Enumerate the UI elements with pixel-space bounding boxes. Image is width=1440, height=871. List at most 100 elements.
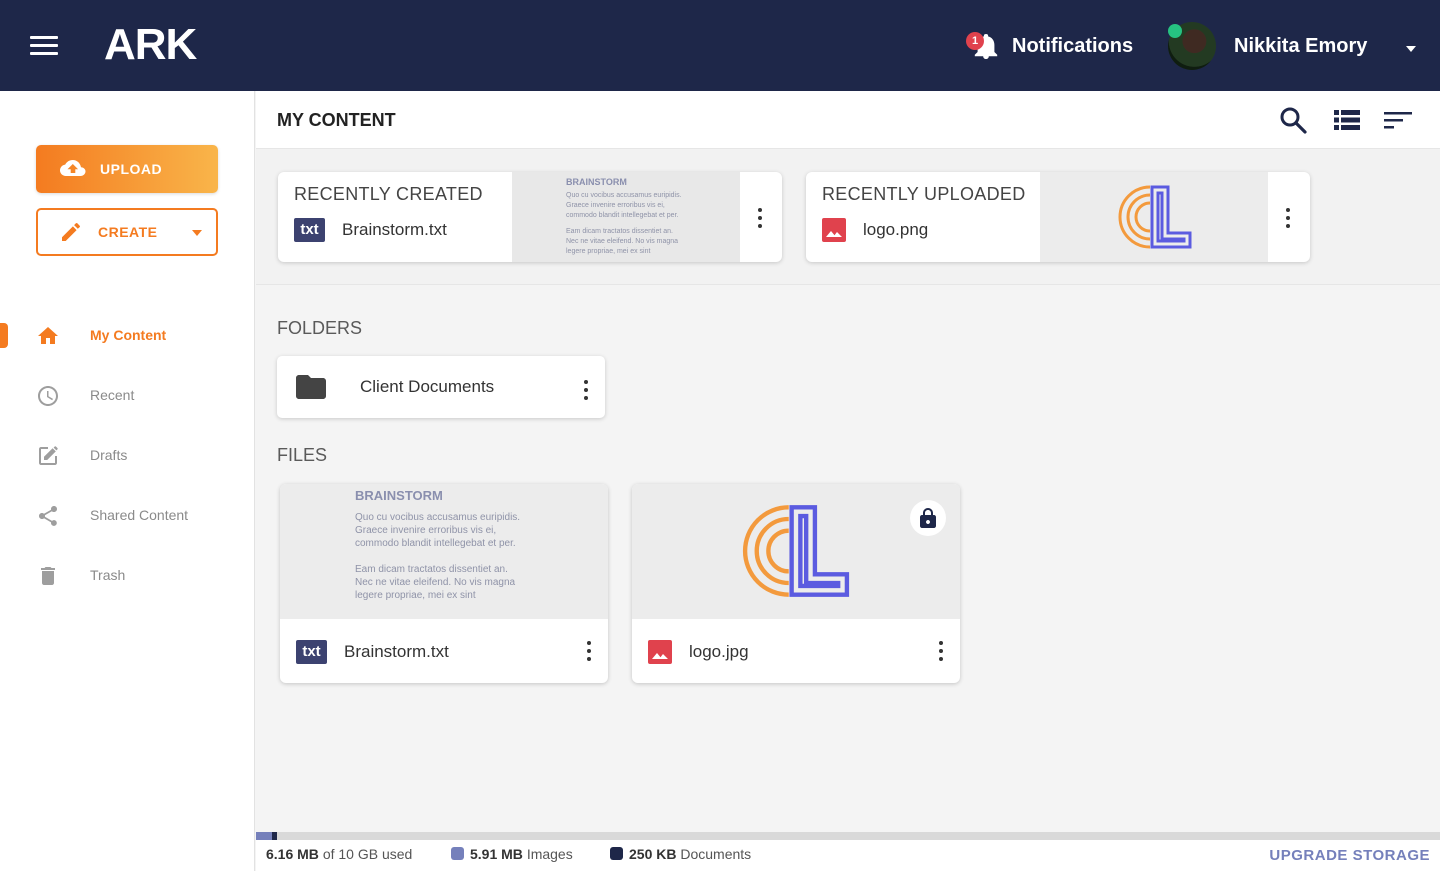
images-legend-swatch (451, 847, 464, 860)
brand-logo[interactable]: ARK (104, 20, 197, 70)
user-name: Nikkita Emory (1234, 34, 1368, 57)
sidebar-item-label: Trash (90, 567, 126, 583)
logo-preview-icon (1118, 185, 1192, 249)
file-name: logo.jpg (689, 642, 749, 661)
sidebar-item-my-content[interactable]: My Content (0, 316, 255, 356)
bell-icon: 1 (966, 30, 998, 62)
more-options-icon[interactable] (576, 378, 596, 402)
upload-button-label: UPLOAD (100, 161, 163, 177)
sidebar-item-label: Recent (90, 387, 135, 403)
storage-documents-legend: 250 KB Documents (610, 846, 751, 862)
storage-images-fill (256, 832, 272, 840)
file-footer: logo.jpg (648, 640, 749, 664)
notifications-button[interactable]: 1 Notifications (966, 28, 1133, 64)
folder-name: Client Documents (360, 377, 495, 396)
logo-preview-icon (742, 505, 850, 597)
recent-file: txt Brainstorm.txt (294, 218, 447, 242)
preview-line: Graece invenire erroribus vis ei, (566, 202, 665, 209)
content-header: MY CONTENT (256, 91, 1440, 149)
notifications-label: Notifications (1012, 34, 1134, 57)
more-options-icon[interactable] (1278, 206, 1298, 230)
preview-line: Eam dicam tractatos dissentiet an. (355, 564, 508, 575)
preview-line: legere propriae, mei ex sint (566, 248, 651, 255)
sidebar-item-drafts[interactable]: Drafts (0, 436, 255, 476)
storage-used-value: 6.16 MB (266, 846, 319, 862)
create-button[interactable]: CREATE (36, 208, 218, 256)
recent-file: logo.png (822, 218, 928, 242)
sort-icon[interactable] (1383, 105, 1413, 135)
folder-card[interactable]: Client Documents (277, 356, 605, 418)
txt-file-icon: txt (296, 640, 327, 664)
upgrade-storage-button[interactable]: UPGRADE STORAGE (1269, 847, 1430, 864)
recently-created-label: RECENTLY CREATED (294, 184, 483, 204)
image-file-icon (822, 218, 846, 242)
preview-line: legere propriae, mei ex sint (355, 590, 476, 601)
preview-title: BRAINSTORM (355, 488, 443, 503)
file-card-logo[interactable]: logo.jpg (632, 484, 960, 683)
file-name: Brainstorm.txt (342, 220, 447, 239)
file-name: logo.png (863, 220, 929, 239)
more-options-icon[interactable] (579, 639, 599, 663)
sidebar-item-recent[interactable]: Recent (0, 376, 255, 416)
menu-icon[interactable] (30, 36, 58, 56)
storage-used-text: 6.16 MB of 10 GB used (266, 846, 412, 862)
recently-uploaded-label: RECENTLY UPLOADED (822, 184, 1026, 204)
clock-icon (38, 386, 58, 406)
folder-icon (296, 375, 326, 399)
upload-button[interactable]: UPLOAD (36, 145, 218, 193)
images-size: 5.91 MB (470, 846, 523, 862)
create-button-label: CREATE (98, 224, 158, 240)
list-view-icon[interactable] (1332, 105, 1362, 135)
cloud-upload-icon (60, 160, 86, 176)
file-name: Brainstorm.txt (344, 642, 449, 661)
sidebar-item-label: My Content (90, 327, 167, 343)
recent-strip: RECENTLY CREATED txt Brainstorm.txt BRAI… (256, 149, 1440, 285)
recently-uploaded-card[interactable]: RECENTLY UPLOADED logo.png (806, 172, 1310, 262)
preview-line: Nec ne vitae eleifend. No vis magna (566, 238, 679, 245)
documents-label: Documents (680, 846, 752, 862)
share-icon (39, 506, 57, 526)
pencil-icon (62, 223, 80, 241)
documents-legend-swatch (610, 847, 623, 860)
sidebar-item-shared-content[interactable]: Shared Content (0, 496, 255, 536)
lock-icon (920, 508, 936, 528)
preview-line: Graece invenire erroribus vis ei, (355, 525, 497, 536)
document-preview: BRAINSTORM Quo cu vocibus accusamus euri… (280, 484, 608, 619)
online-status-indicator (1168, 24, 1182, 38)
folders-section-label: FOLDERS (277, 318, 363, 338)
active-indicator (0, 323, 8, 348)
sidebar-item-label: Drafts (90, 447, 128, 463)
more-options-icon[interactable] (750, 206, 770, 230)
file-footer: txt Brainstorm.txt (296, 640, 449, 664)
more-options-icon[interactable] (931, 639, 951, 663)
preview-line: Quo cu vocibus accusamus euripidis. (566, 192, 682, 199)
notification-count-badge: 1 (966, 32, 984, 50)
image-preview (632, 484, 960, 619)
page-title: MY CONTENT (277, 110, 396, 130)
file-card-brainstorm[interactable]: BRAINSTORM Quo cu vocibus accusamus euri… (280, 484, 608, 683)
chevron-down-icon[interactable] (192, 230, 202, 236)
preview-title: BRAINSTORM (566, 177, 627, 187)
user-menu[interactable]: Nikkita Emory (1168, 21, 1367, 71)
avatar (1168, 22, 1216, 70)
storage-bar: 6.16 MB of 10 GB used 5.91 MB Images 250… (256, 832, 1440, 871)
trash-icon (41, 567, 55, 585)
chevron-down-icon[interactable] (1406, 46, 1416, 52)
storage-of-text: of 10 GB used (322, 846, 413, 862)
images-label: Images (526, 846, 573, 862)
storage-images-legend: 5.91 MB Images (451, 846, 573, 862)
sidebar: UPLOAD CREATE My Content Recent Drafts S… (0, 91, 255, 871)
locked-indicator[interactable] (910, 500, 946, 536)
sidebar-item-trash[interactable]: Trash (0, 556, 255, 596)
preview-line: Eam dicam tractatos dissentiet an. (566, 228, 673, 235)
search-icon[interactable] (1278, 105, 1308, 135)
top-bar: ARK 1 Notifications Nikkita Emory (0, 0, 1440, 91)
image-file-icon (648, 640, 672, 664)
image-preview (1040, 172, 1268, 262)
home-icon (38, 327, 58, 344)
txt-file-icon: txt (294, 218, 325, 242)
documents-size: 250 KB (629, 846, 677, 862)
preview-line: Quo cu vocibus accusamus euripidis. (355, 512, 521, 523)
recently-created-card[interactable]: RECENTLY CREATED txt Brainstorm.txt BRAI… (278, 172, 782, 262)
preview-line: commodo blandit intellegebat et per. (566, 212, 679, 219)
